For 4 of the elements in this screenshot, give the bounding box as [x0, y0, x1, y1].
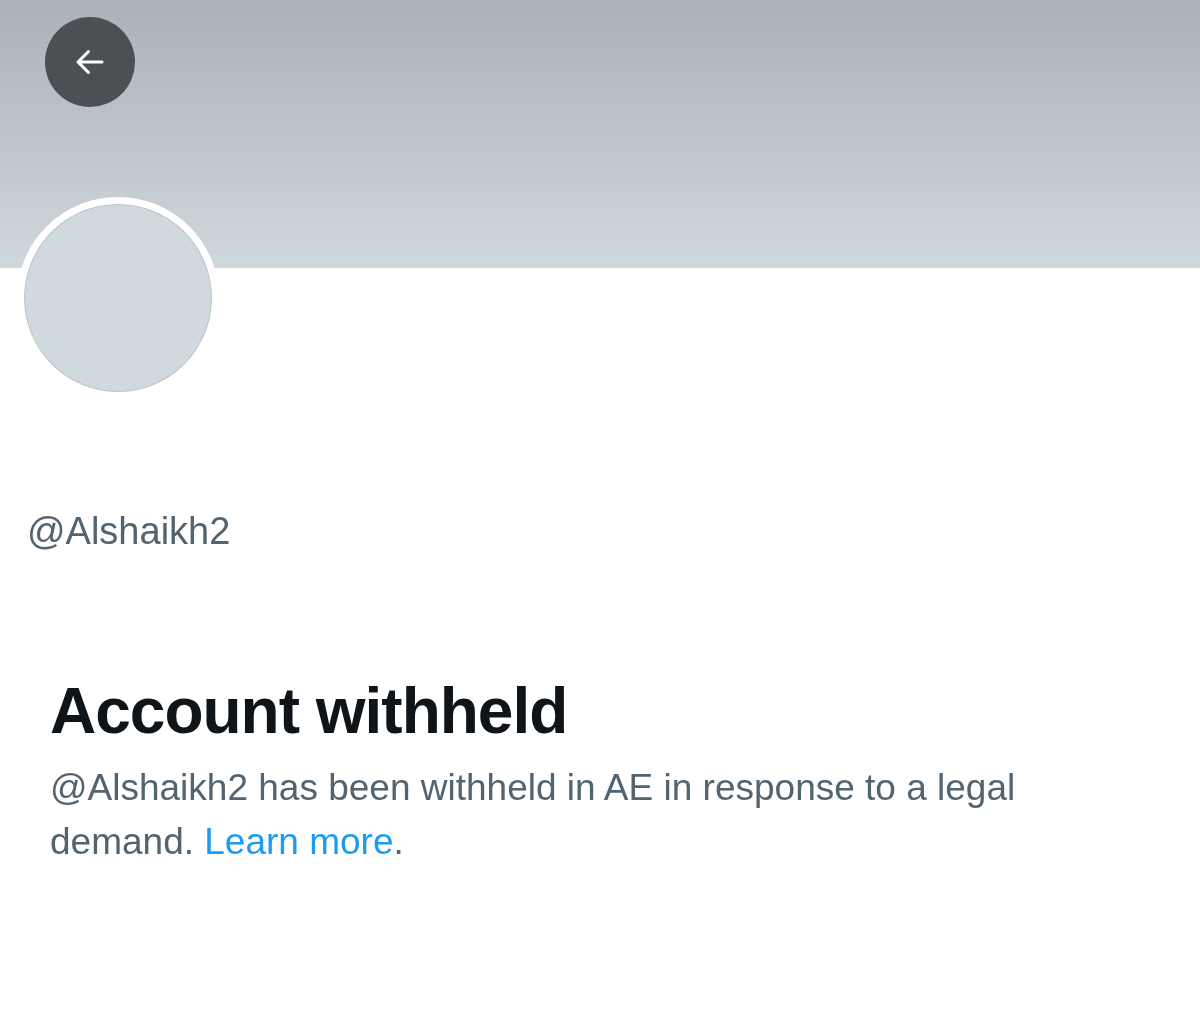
profile-handle: @Alshaikh2 — [27, 509, 232, 554]
learn-more-link[interactable]: Learn more — [204, 821, 394, 862]
notice-title: Account withheld — [50, 674, 569, 749]
notice-message: @Alshaikh2 has been withheld in AE in response to a legal demand. Learn more. — [50, 766, 1017, 864]
